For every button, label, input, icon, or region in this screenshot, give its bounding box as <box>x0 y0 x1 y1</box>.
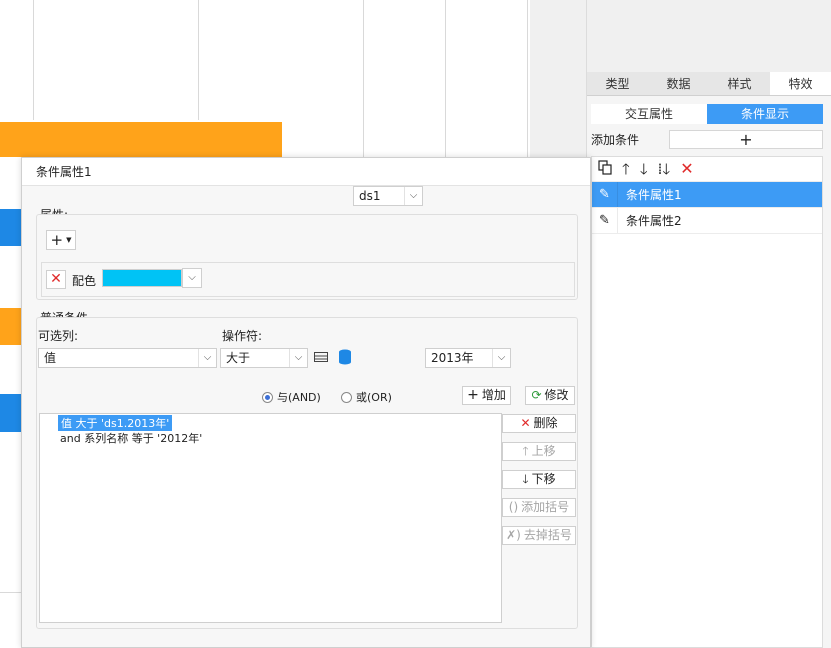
radio-and[interactable]: 与(AND) <box>262 389 321 405</box>
list-item[interactable]: ✎ 条件属性2 <box>592 208 822 234</box>
modify-icon: ⟳ <box>531 388 542 402</box>
add-condition-row: 添加条件 + <box>587 128 831 150</box>
column-select[interactable]: 值 ⌵ <box>38 348 217 368</box>
chevron-down-icon: ⌵ <box>404 187 422 205</box>
tab-style[interactable]: 样式 <box>709 72 770 95</box>
property-tabs: 类型 数据 样式 特效 <box>587 72 831 96</box>
add-bracket-label: 添加括号 <box>521 500 570 514</box>
move-up-label: 上移 <box>531 444 556 458</box>
remove-bracket-button[interactable]: ✗) 去掉括号 <box>502 526 576 545</box>
bracket-icon: () <box>508 500 519 514</box>
list-item[interactable]: ✎ 条件属性1 <box>592 182 822 208</box>
arrow-down-icon[interactable]: 🡓 <box>640 161 648 177</box>
tab-data[interactable]: 数据 <box>648 72 709 95</box>
column-select-value: 值 <box>44 351 57 365</box>
modify-condition-button[interactable]: ⟳ 修改 <box>525 386 575 405</box>
chart-bar-blue <box>0 394 21 432</box>
operator-label: 操作符: <box>222 329 263 343</box>
remove-bracket-label: 去掉括号 <box>523 528 572 542</box>
chart-bar-orange <box>0 122 282 157</box>
delete-icon: ✕ <box>520 416 531 430</box>
delete-condition-button[interactable]: ✕ 删除 <box>502 414 576 433</box>
condition-attribute-dialog: 条件属性1 属性: +▼ ✕ 配色 ⌵ 普通条件 可选列: 操作符: 值 ⌵ 大… <box>21 157 591 648</box>
field-select[interactable]: 2013年 ⌵ <box>425 348 511 368</box>
condition-line[interactable]: and 系列名称 等于 '2012年' <box>60 430 202 446</box>
dialog-title: 条件属性1 <box>22 158 590 186</box>
subtab-condition-display[interactable]: 条件显示 <box>707 104 823 124</box>
color-dropdown[interactable]: ⌵ <box>182 268 202 288</box>
attributes-section: + ▼ ✕ 配色 ⌵ <box>36 214 578 300</box>
panel-header-space <box>587 0 831 72</box>
chevron-down-icon: ⌵ <box>188 272 196 283</box>
add-condition-button[interactable]: + <box>669 129 823 149</box>
database-icon <box>338 349 352 365</box>
tab-type[interactable]: 类型 <box>587 72 648 95</box>
grid-line <box>33 0 34 120</box>
copy-icon[interactable] <box>598 160 612 178</box>
operator-select[interactable]: 大于 ⌵ <box>220 348 308 368</box>
tab-effects[interactable]: 特效 <box>770 72 831 95</box>
add-attribute-button[interactable]: + ▼ <box>46 230 76 250</box>
add-condition-label: 增加 <box>481 388 506 402</box>
properties-panel: 类型 数据 样式 特效 交互属性 条件显示 添加条件 + 🡑 🡓 ⁞🡓 ✕ ✎ … <box>586 0 831 648</box>
operator-select-value: 大于 <box>226 351 251 365</box>
arrow-up-icon[interactable]: 🡑 <box>622 161 630 177</box>
chart-bar-orange <box>0 308 21 345</box>
move-up-button[interactable]: 🡑 上移 <box>502 442 576 461</box>
grid-line <box>198 0 199 120</box>
effects-subtabs: 交互属性 条件显示 <box>591 104 823 124</box>
radio-and-label: 与(AND) <box>277 391 321 404</box>
grid-line <box>363 0 364 157</box>
condition-line[interactable]: 值 大于 'ds1.2013年' <box>58 415 173 431</box>
chevron-down-icon: ⌵ <box>492 349 510 367</box>
color-swatch[interactable] <box>102 269 182 287</box>
color-label: 配色 <box>72 274 97 288</box>
plus-icon: + <box>50 230 64 249</box>
edit-icon: ✎ <box>592 208 618 233</box>
grid-line <box>0 592 21 593</box>
grid-line <box>527 0 528 157</box>
list-item-label: 条件属性1 <box>626 188 682 202</box>
arrow-down-icon: 🡓 <box>522 472 529 486</box>
delete-label: 删除 <box>533 416 558 430</box>
subtab-interaction[interactable]: 交互属性 <box>591 104 707 124</box>
move-down-button[interactable]: 🡓 下移 <box>502 470 576 489</box>
radio-or[interactable]: 或(OR) <box>341 389 392 405</box>
remove-bracket-icon: ✗) <box>506 528 521 542</box>
field-select-value: 2013年 <box>431 351 474 365</box>
chevron-down-icon: ⌵ <box>198 349 216 367</box>
dataset-select[interactable]: ds1 ⌵ <box>353 186 423 206</box>
modify-label: 修改 <box>544 388 569 402</box>
plus-icon: + <box>467 387 479 403</box>
radio-or-label: 或(OR) <box>356 391 392 404</box>
radio-dot <box>341 391 352 403</box>
sort-icon[interactable]: ⁞🡓 <box>658 161 671 177</box>
add-condition-label: 添加条件 <box>591 132 640 147</box>
add-bracket-button[interactable]: () 添加括号 <box>502 498 576 517</box>
grid-line <box>445 0 446 157</box>
color-attribute-row: ✕ 配色 ⌵ <box>41 262 575 297</box>
remove-attribute-button[interactable]: ✕ <box>46 270 66 289</box>
move-down-label: 下移 <box>531 472 556 486</box>
chart-bar-blue <box>0 209 21 246</box>
optional-column-label: 可选列: <box>38 329 79 343</box>
chevron-down-icon: ▼ <box>66 235 72 244</box>
delete-icon[interactable]: ✕ <box>680 161 693 177</box>
condition-expression-area[interactable]: 值 大于 'ds1.2013年' and 系列名称 等于 '2012年' <box>39 413 502 623</box>
radio-dot <box>262 391 273 403</box>
list-item-label: 条件属性2 <box>626 214 682 228</box>
cell-reference-icon[interactable] <box>314 351 328 363</box>
chevron-down-icon: ⌵ <box>289 349 307 367</box>
dataset-select-value: ds1 <box>359 189 381 203</box>
condition-list: 🡑 🡓 ⁞🡓 ✕ ✎ 条件属性1 ✎ 条件属性2 <box>591 156 823 648</box>
condition-list-toolbar: 🡑 🡓 ⁞🡓 ✕ <box>592 157 822 182</box>
edit-icon: ✎ <box>592 182 618 207</box>
arrow-up-icon: 🡑 <box>522 444 529 458</box>
add-condition-button[interactable]: + 增加 <box>462 386 511 405</box>
